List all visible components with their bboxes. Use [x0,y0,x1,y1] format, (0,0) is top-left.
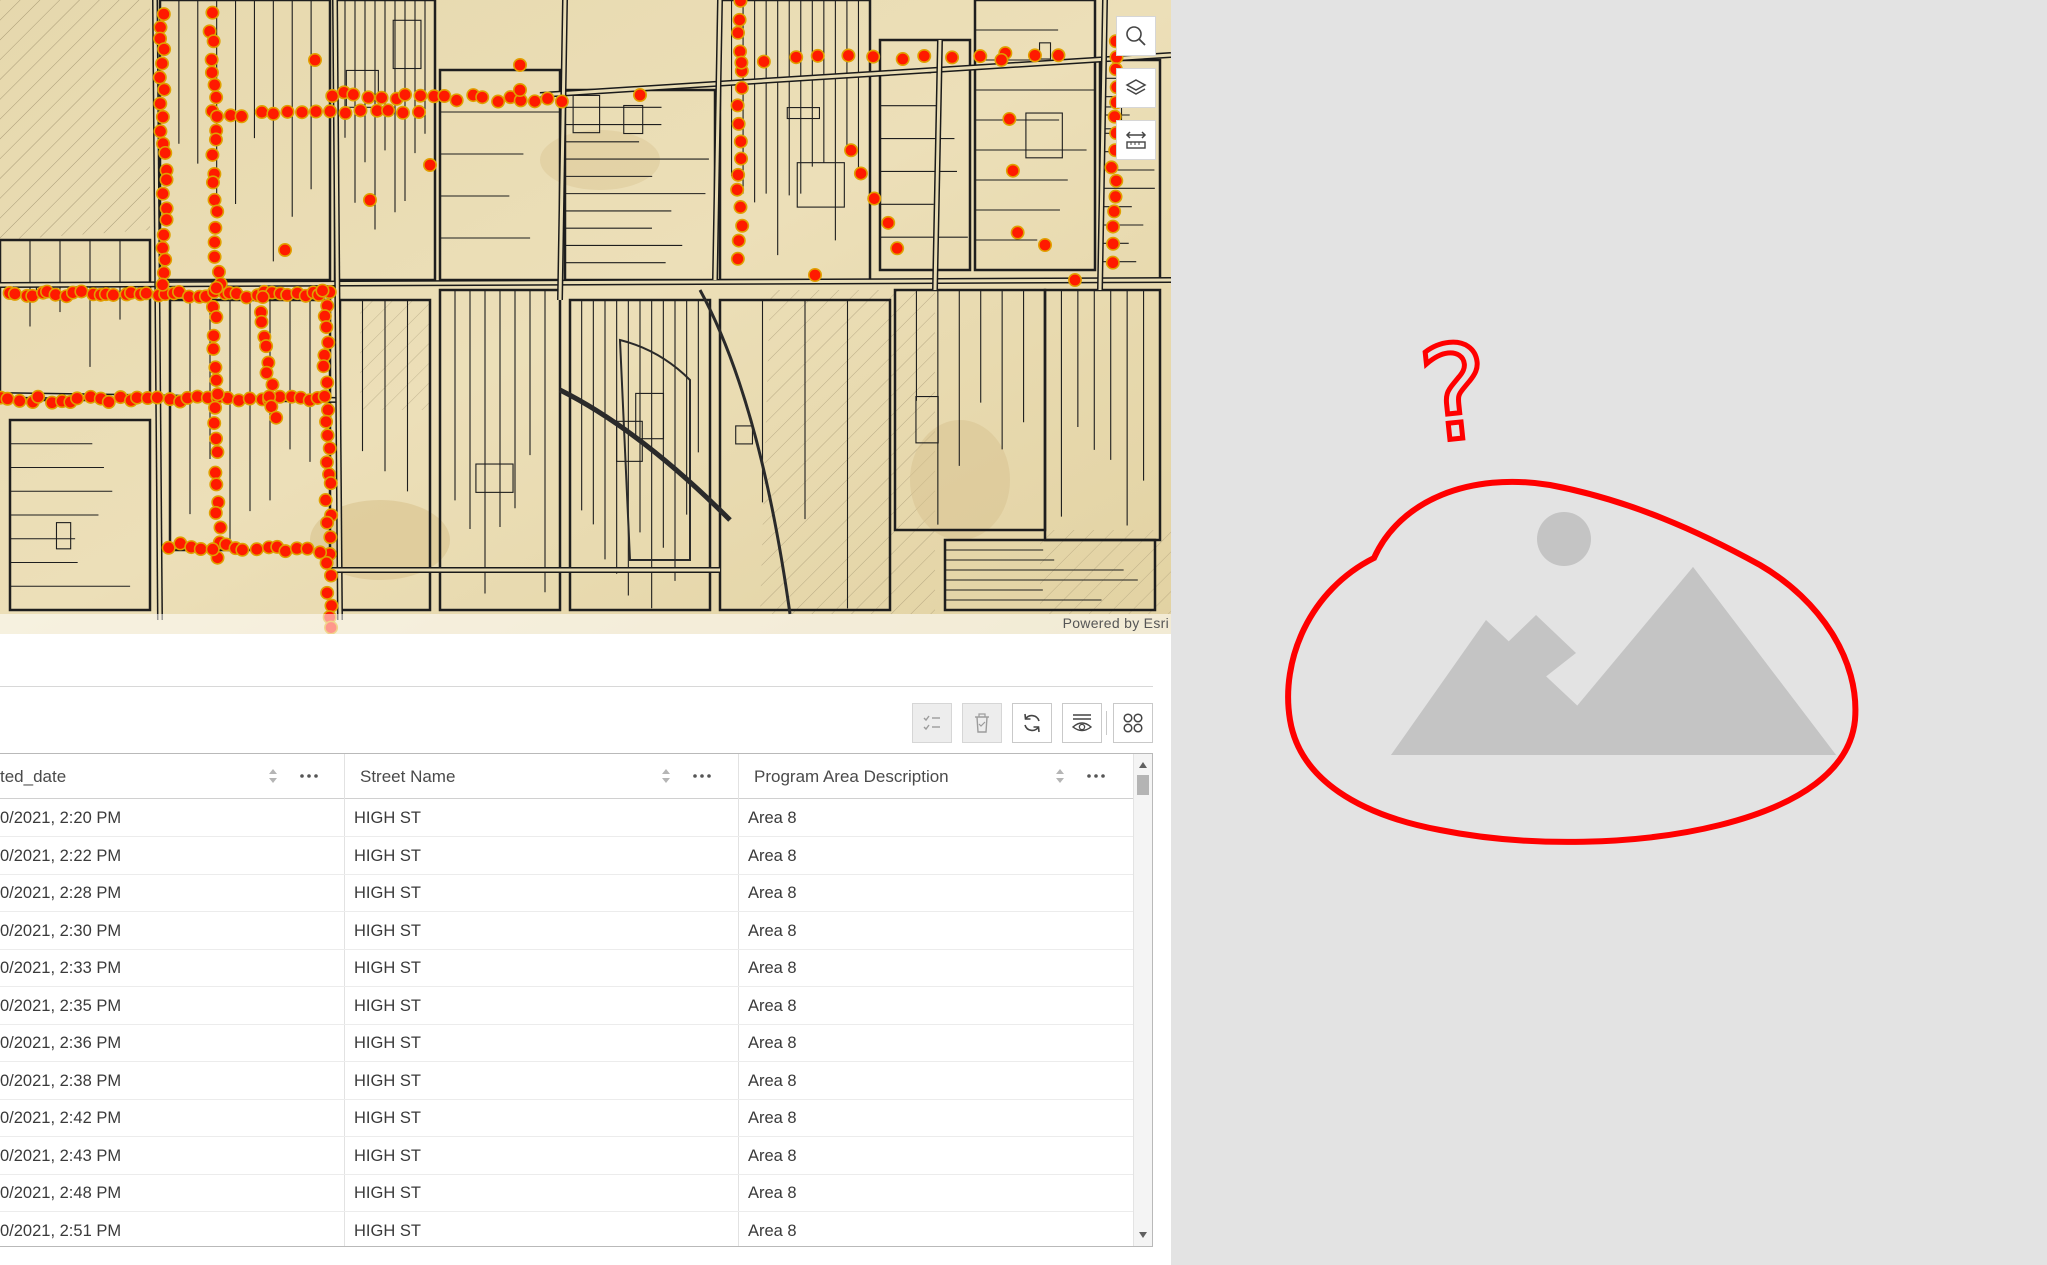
search-tool[interactable] [1116,16,1156,56]
cell-program-area: Area 8 [748,846,797,865]
esri-attribution[interactable]: Powered by Esri [1063,615,1169,631]
image-placeholder-icon [1391,512,1836,755]
cell-program-area: Area 8 [748,921,797,940]
measure-tool[interactable] [1116,120,1156,160]
cell-street-name: HIGH ST [354,1184,421,1202]
options-button[interactable] [1113,703,1153,743]
refresh-icon [1024,713,1040,733]
table-header: ted_date Street Name Program Area Descri… [0,754,1133,799]
column-menu-button[interactable] [1083,764,1109,788]
cell-program-area: Area 8 [748,1221,797,1240]
cell-date: 0/2021, 2:38 PM [0,1071,122,1090]
cell-street-name: HIGH ST [354,809,421,827]
sort-icon[interactable] [660,766,672,786]
cell-street-name: HIGH ST [354,1034,421,1052]
cell-program-area: Area 8 [748,809,797,827]
cell-date: 0/2021, 2:22 PM [0,846,122,865]
delete-selection-button[interactable] [962,703,1002,743]
column-menu-button[interactable] [689,764,715,788]
toolbar-separator [1106,711,1107,735]
column-header-label: Program Area Description [754,767,949,786]
cell-date: 0/2021, 2:33 PM [0,959,122,977]
measure-icon [1125,131,1147,149]
column-header-program-area[interactable]: Program Area Description [738,754,1133,799]
column-menu-button[interactable] [296,764,322,788]
cell-date: 0/2021, 2:28 PM [0,884,122,902]
cell-date: 0/2021, 2:30 PM [0,921,122,940]
left-panel: Powered by Esri ted_date Street Name Pro… [0,0,1171,1265]
cell-date: 0/2021, 2:20 PM [0,809,122,827]
sort-icon[interactable] [267,766,279,786]
cell-street-name: HIGH ST [354,996,421,1015]
table-row[interactable]: 0/2021, 2:38 PM HIGH ST Area 8 [0,1063,1133,1100]
toggle-columns-button[interactable] [1062,703,1102,743]
sort-icon[interactable] [1054,766,1066,786]
show-columns-icon [1071,714,1093,732]
column-header-date[interactable]: ted_date [0,754,344,799]
table-row[interactable]: 0/2021, 2:35 PM HIGH ST Area 8 [0,988,1133,1025]
question-mark-annotation: ? [1413,314,1498,472]
panel-divider [0,686,1153,687]
cell-program-area: Area 8 [748,1184,797,1202]
cell-date: 0/2021, 2:48 PM [0,1184,122,1202]
show-selected-button[interactable] [912,703,952,743]
table-row[interactable]: 0/2021, 2:30 PM HIGH ST Area 8 [0,913,1133,950]
cell-street-name: HIGH ST [354,959,421,977]
layers-icon [1125,79,1147,95]
cell-program-area: Area 8 [748,1109,797,1127]
cell-street-name: HIGH ST [354,846,421,865]
cell-program-area: Area 8 [748,996,797,1015]
cell-program-area: Area 8 [748,1071,797,1090]
scroll-thumb[interactable] [1137,775,1149,795]
scroll-up-arrow[interactable] [1139,762,1147,768]
attribution-bar: Powered by Esri [0,614,1171,634]
cell-date: 0/2021, 2:36 PM [0,1034,122,1052]
table-row[interactable]: 0/2021, 2:42 PM HIGH ST Area 8 [0,1100,1133,1137]
table-row[interactable]: 0/2021, 2:33 PM HIGH ST Area 8 [0,950,1133,987]
column-header-label: Street Name [360,767,456,786]
table-row[interactable]: 0/2021, 2:43 PM HIGH ST Area 8 [0,1138,1133,1175]
more-horizontal-icon [1087,774,1105,778]
annotation-drawing: ? [1285,312,1859,845]
table-row[interactable]: 0/2021, 2:28 PM HIGH ST Area 8 [0,875,1133,912]
column-header-label: ted_date [0,767,67,786]
more-horizontal-icon [300,774,318,778]
table-row[interactable]: 0/2021, 2:51 PM HIGH ST Area 8 [0,1213,1133,1247]
cell-street-name: HIGH ST [354,1109,421,1127]
cell-street-name: HIGH ST [354,1221,421,1240]
cell-date: 0/2021, 2:42 PM [0,1109,122,1127]
cell-street-name: HIGH ST [354,1071,421,1090]
table-row[interactable]: 0/2021, 2:36 PM HIGH ST Area 8 [0,1025,1133,1062]
refresh-button[interactable] [1012,703,1052,743]
cell-program-area: Area 8 [748,884,797,902]
cell-street-name: HIGH ST [354,1146,421,1165]
cell-date: 0/2021, 2:43 PM [0,1146,122,1165]
scroll-down-arrow[interactable] [1139,1232,1147,1238]
attribute-table: ted_date Street Name Program Area Descri… [0,753,1153,1247]
grid-apps-icon [1123,713,1143,733]
column-header-street-name[interactable]: Street Name [344,754,738,799]
cell-program-area: Area 8 [748,1034,797,1052]
search-icon [1126,26,1146,46]
cell-program-area: Area 8 [748,959,797,977]
table-row[interactable]: 0/2021, 2:48 PM HIGH ST Area 8 [0,1175,1133,1212]
layer-list-tool[interactable] [1116,68,1156,108]
more-horizontal-icon [693,774,711,778]
map-view[interactable]: Powered by Esri [0,0,1171,634]
map-canvas[interactable] [0,0,1171,634]
table-scrollbar[interactable] [1133,754,1152,1246]
trash-icon [975,713,989,733]
cell-street-name: HIGH ST [354,884,421,902]
cell-date: 0/2021, 2:51 PM [0,1221,122,1240]
checklist-icon [923,715,940,731]
table-row[interactable]: 0/2021, 2:20 PM HIGH ST Area 8 [0,800,1133,837]
table-row[interactable]: 0/2021, 2:22 PM HIGH ST Area 8 [0,838,1133,875]
cell-street-name: HIGH ST [354,921,421,940]
cell-date: 0/2021, 2:35 PM [0,996,122,1015]
cell-program-area: Area 8 [748,1146,797,1165]
